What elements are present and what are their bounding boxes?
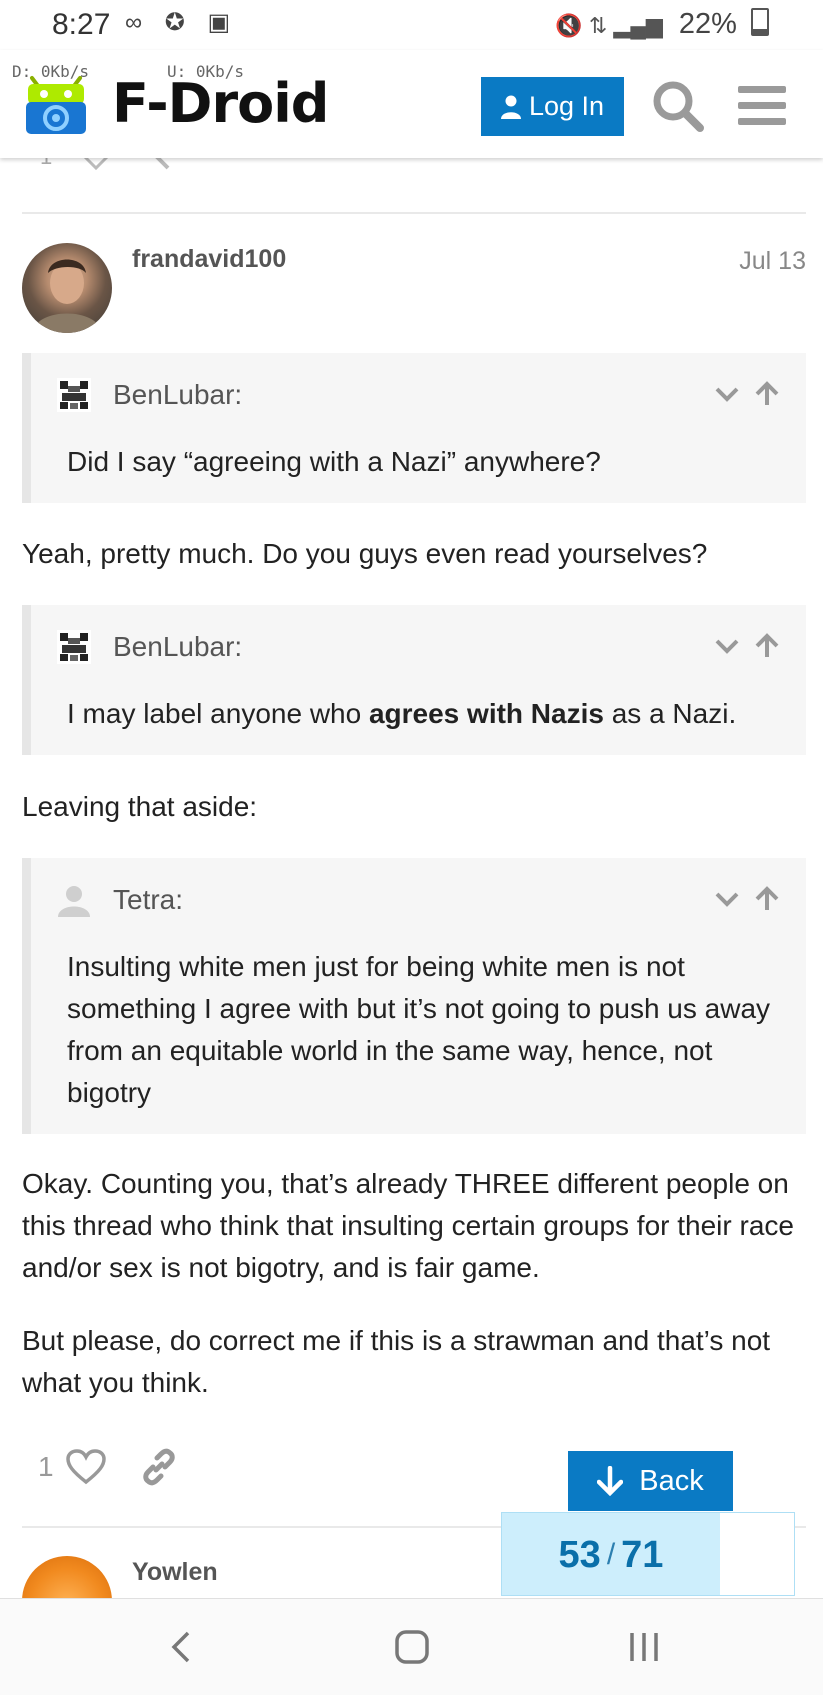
hamburger-menu-icon[interactable]	[738, 86, 786, 126]
post-paragraph: But please, do correct me if this is a s…	[22, 1325, 771, 1398]
heart-icon[interactable]	[65, 1449, 106, 1485]
quote-author[interactable]: BenLubar:	[113, 631, 242, 663]
post-actions: 1	[38, 1448, 178, 1486]
back-button[interactable]: Back	[568, 1451, 733, 1511]
status-bar: 8:27 ∞ ✪ ▣ 🔇 ⇅ ▂▄▆ 22%	[0, 0, 823, 50]
arrow-up-icon[interactable]	[754, 633, 780, 659]
site-title[interactable]: F-Droid	[112, 72, 329, 135]
system-nav-bar	[0, 1598, 823, 1695]
quote-avatar-icon	[57, 630, 91, 664]
nav-recents-icon[interactable]	[622, 1625, 666, 1669]
progress-total: 71	[621, 1533, 664, 1576]
link-icon[interactable]	[140, 1448, 178, 1486]
site-header: D: 0Kb/s U: 0Kb/s F-Droid Log In	[0, 50, 823, 158]
quote-text-plain: as a Nazi.	[603, 698, 737, 729]
arrow-up-icon[interactable]	[754, 886, 780, 912]
quote-author[interactable]: BenLubar:	[113, 379, 242, 411]
topic-progress[interactable]: 53 / 71	[501, 1512, 795, 1596]
login-label: Log In	[528, 91, 605, 121]
quote-controls	[714, 886, 780, 912]
quote-author[interactable]: Tetra:	[113, 884, 183, 916]
user-icon	[500, 95, 521, 119]
battery-percent: 22%	[678, 8, 737, 40]
back-label: Back	[639, 1464, 704, 1497]
chevron-down-icon[interactable]	[714, 381, 740, 407]
chevron-down-icon[interactable]	[714, 886, 740, 912]
quote-text-bold: agrees with Nazis	[368, 698, 604, 729]
login-button[interactable]: Log In	[481, 77, 624, 136]
quote-controls	[714, 633, 780, 659]
nav-home-icon[interactable]	[390, 1625, 434, 1669]
post-username[interactable]: Yowlen	[132, 1558, 218, 1587]
progress-separator: /	[606, 1538, 616, 1571]
search-icon[interactable]	[650, 78, 706, 134]
battery-icon	[751, 8, 769, 36]
arrow-down-icon	[597, 1466, 624, 1496]
quote-block: BenLubar: Did I say “agreeing with a Naz…	[22, 353, 806, 503]
arrow-up-icon[interactable]	[754, 381, 780, 407]
signal-icons: 🔇 ⇅ ▂▄▆	[555, 13, 663, 38]
status-time: 8:27	[52, 8, 111, 41]
post-username[interactable]: frandavid100	[132, 245, 286, 274]
post-date[interactable]: Jul 13	[739, 247, 806, 276]
quote-block: Tetra: Insulting white men just for bein…	[22, 858, 806, 1134]
status-notification-icons: ∞ ✪ ▣	[125, 9, 239, 36]
default-avatar-icon	[58, 886, 90, 917]
progress-counter: 53 / 71	[502, 1513, 720, 1597]
post-paragraph: Leaving that aside:	[22, 791, 258, 822]
quote-header: BenLubar:	[57, 627, 242, 667]
quote-text-plain: I may label anyone who	[67, 698, 369, 729]
quote-header: BenLubar:	[57, 375, 242, 415]
quote-text: Insulting white men just for being white…	[67, 951, 771, 1108]
quote-block: BenLubar: I may label anyone who agrees …	[22, 605, 806, 755]
fdroid-logo-icon[interactable]	[24, 72, 88, 136]
post-paragraph: Yeah, pretty much. Do you guys even read…	[22, 538, 708, 569]
quote-avatar-icon	[57, 378, 91, 412]
quote-controls	[714, 381, 780, 407]
post-divider	[22, 212, 806, 214]
nav-back-icon[interactable]	[160, 1625, 204, 1669]
quote-text: I may label anyone who agrees with Nazis…	[67, 693, 782, 735]
quote-header: Tetra:	[57, 880, 183, 920]
like-count[interactable]: 1	[38, 1451, 54, 1483]
post-paragraph: Okay. Counting you, that’s already THREE…	[22, 1168, 794, 1283]
quote-text: Did I say “agreeing with a Nazi” anywher…	[67, 446, 601, 477]
chevron-down-icon[interactable]	[714, 633, 740, 659]
status-right: 🔇 ⇅ ▂▄▆ 22%	[555, 8, 769, 41]
avatar[interactable]	[22, 243, 112, 333]
progress-current: 53	[558, 1533, 601, 1576]
